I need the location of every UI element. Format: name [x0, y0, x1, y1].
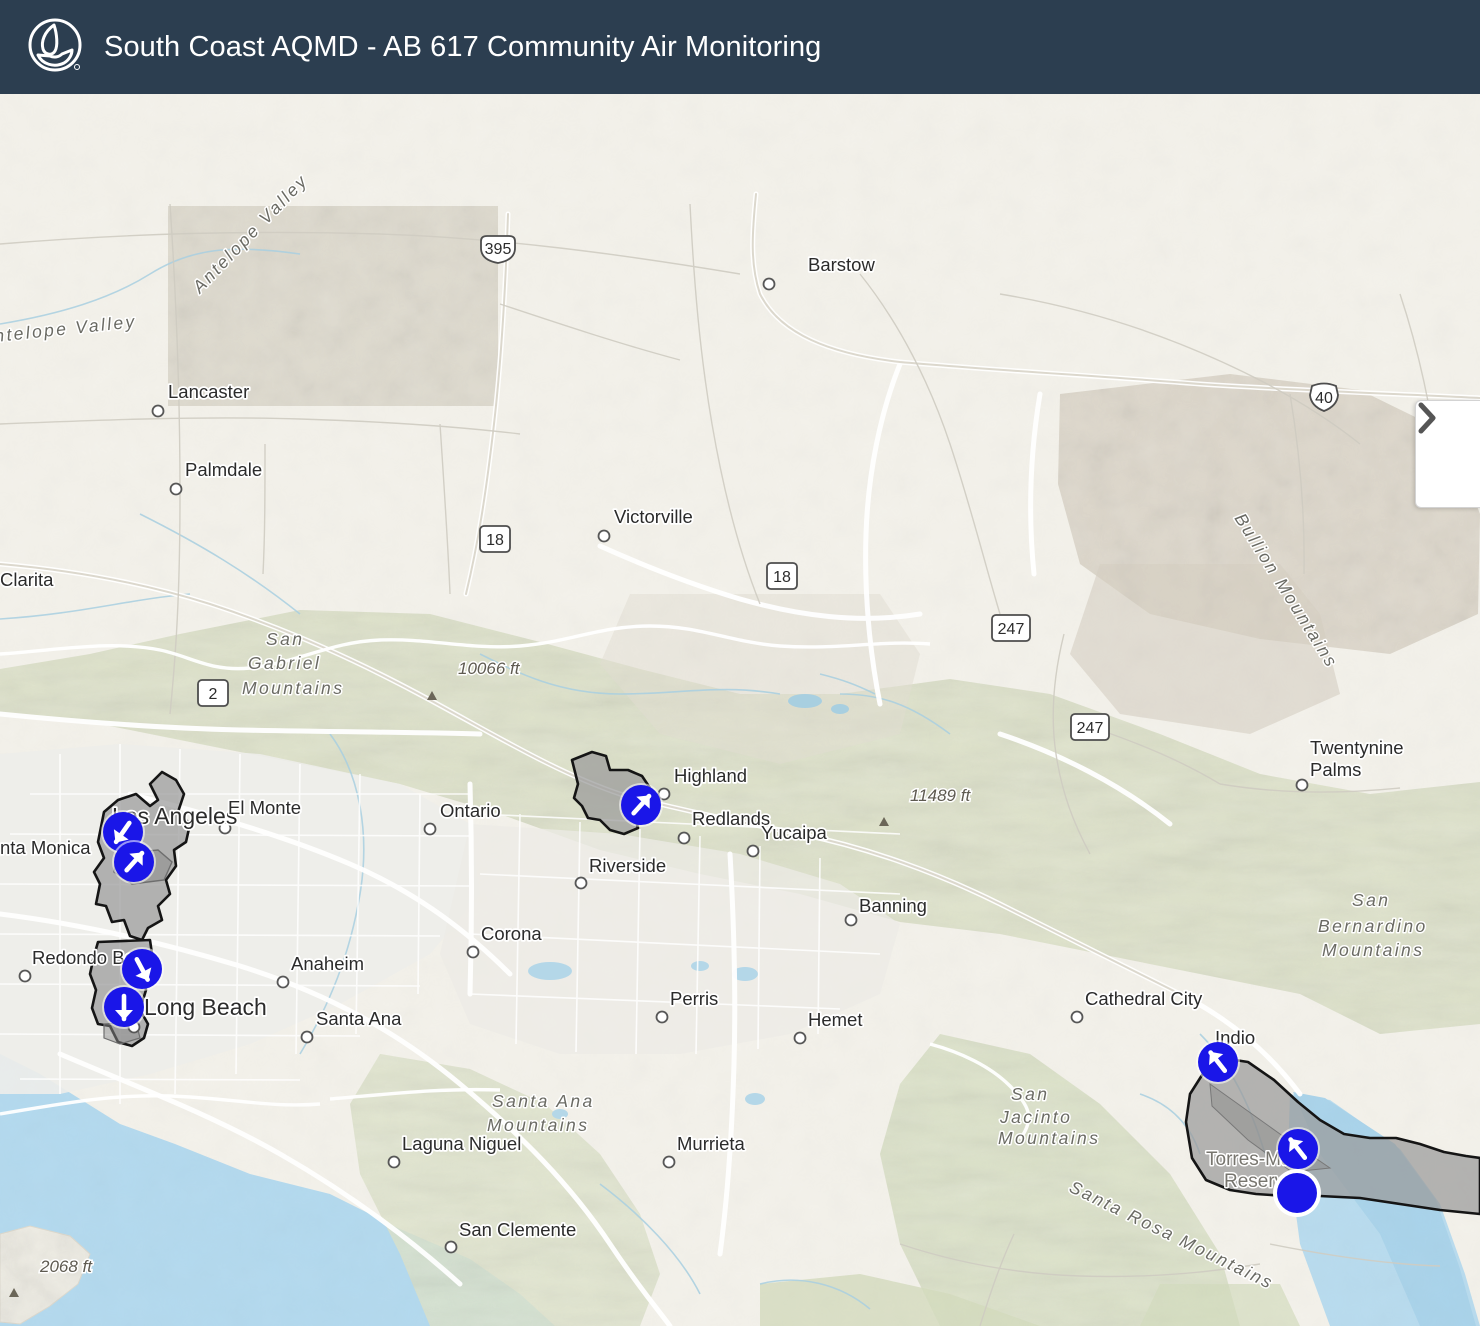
elevation-label: 10066 ft	[458, 659, 521, 678]
city-label: Redlands	[692, 808, 770, 829]
city-label: nta Monica	[0, 837, 91, 858]
city-label: Palms	[1310, 759, 1361, 780]
physical-feature-label: Mountains	[242, 678, 344, 698]
arrow-marker-nw	[1208, 1050, 1228, 1073]
physical-feature-label: Mountains	[487, 1115, 589, 1135]
city-dot	[18, 969, 32, 983]
city-label: Anaheim	[291, 953, 364, 974]
city-label: Perris	[670, 988, 718, 1009]
city-label: Yucaipa	[761, 822, 828, 843]
city-label: El Monte	[228, 797, 301, 818]
highway-number: 18	[486, 532, 504, 549]
city-label: Palmdale	[185, 459, 262, 480]
city-label: Redondo Be	[32, 947, 135, 968]
city-dot	[762, 277, 776, 291]
physical-feature-label: Bernardino	[1318, 916, 1428, 936]
city-label: Laguna Niguel	[402, 1133, 521, 1154]
physical-feature-label: Mountains	[998, 1128, 1100, 1148]
highway-number: 395	[485, 241, 512, 258]
highway-shield-icon: 18	[766, 562, 798, 590]
app-header: South Coast AQMD - AB 617 Community Air …	[0, 0, 1480, 94]
expand-panel-button[interactable]	[1415, 400, 1480, 508]
arrow-marker-s	[115, 993, 133, 1022]
city-label: Cathedral City	[1085, 988, 1203, 1009]
city-dot	[597, 529, 611, 543]
city-label: Santa Ana	[316, 1008, 402, 1029]
city-label: Hemet	[808, 1009, 863, 1030]
monitoring-site-marker-eastern-coachella-valley-north[interactable]	[1198, 1042, 1238, 1082]
highway-shield-icon: 395	[480, 235, 516, 264]
city-dot	[300, 1030, 314, 1044]
physical-feature-label: Santa Ana	[492, 1091, 595, 1111]
city-label: Long Beach	[144, 994, 267, 1020]
city-dot	[423, 822, 437, 836]
monitoring-site-marker-eastern-coachella-valley-south[interactable]	[1278, 1129, 1318, 1169]
arrow-marker-ne	[124, 850, 145, 873]
highway-shield-icon: 247	[991, 614, 1031, 642]
highway-shield-icon: 2	[197, 679, 229, 707]
air-monitoring-app: South Coast AQMD - AB 617 Community Air …	[0, 0, 1480, 1326]
highway-number: 247	[998, 621, 1025, 638]
city-label: Clarita	[0, 569, 54, 590]
monitoring-site-marker-san-bernardino-muscoy[interactable]	[621, 785, 661, 825]
physical-feature-label: Jacinto	[999, 1107, 1072, 1127]
elevation-label: 2068 ft	[39, 1257, 93, 1276]
city-dot	[151, 404, 165, 418]
city-label: Ontario	[440, 800, 501, 821]
highway-number: 2	[209, 686, 218, 703]
city-dot	[387, 1155, 401, 1169]
city-label: Twentynine	[1310, 737, 1404, 758]
city-dot	[1070, 1010, 1084, 1024]
city-label: Riverside	[589, 855, 666, 876]
city-label: Banning	[859, 895, 927, 916]
monitoring-site-marker-east-los-angeles-boyle-heights[interactable]	[122, 949, 162, 989]
monitoring-site-marker-west-long-beach[interactable]	[104, 987, 144, 1027]
monitoring-site-marker-coachella-valley-point[interactable]	[1277, 1173, 1317, 1213]
highway-shield-icon: 247	[1070, 713, 1110, 741]
physical-feature-label: Mountains	[1322, 940, 1424, 960]
city-label: Barstow	[808, 254, 875, 275]
highway-number: 247	[1077, 720, 1104, 737]
city-dot	[655, 1010, 669, 1024]
arrow-marker-ne	[631, 793, 652, 816]
physical-feature-label: Gabriel	[248, 653, 321, 673]
page-title: South Coast AQMD - AB 617 Community Air …	[104, 30, 822, 63]
city-dot	[574, 876, 588, 890]
city-label: Victorville	[614, 506, 693, 527]
map-basemap: 395401818247224776 Antelope Valleyntelop…	[0, 94, 1480, 1326]
map-canvas[interactable]: 395401818247224776 Antelope Valleyntelop…	[0, 94, 1480, 1326]
city-dot	[844, 913, 858, 927]
physical-feature-label: San	[1352, 890, 1390, 910]
city-dot	[793, 1031, 807, 1045]
arrow-marker-nw	[1288, 1137, 1308, 1160]
physical-feature-label: San	[266, 629, 304, 649]
aqmd-logo-icon	[24, 16, 86, 78]
city-dot	[677, 831, 691, 845]
city-dot	[466, 945, 480, 959]
city-dot	[276, 975, 290, 989]
city-label: Highland	[674, 765, 747, 786]
monitoring-site-marker-south-los-angeles[interactable]	[114, 842, 154, 882]
city-dot	[1295, 778, 1309, 792]
physical-feature-label: San	[1011, 1084, 1049, 1104]
city-label: Lancaster	[168, 381, 249, 402]
city-dot	[169, 482, 183, 496]
city-dot	[444, 1240, 458, 1254]
arrow-marker-se	[134, 956, 152, 982]
city-label: Corona	[481, 923, 542, 944]
highway-number: 18	[773, 569, 791, 586]
highway-number: 40	[1315, 390, 1333, 407]
city-dot	[662, 1155, 676, 1169]
city-label: San Clemente	[459, 1219, 576, 1240]
elevation-label: 11489 ft	[910, 786, 971, 805]
city-dot	[746, 844, 760, 858]
city-label: Murrieta	[677, 1133, 746, 1154]
highway-shield-icon: 18	[479, 525, 511, 553]
